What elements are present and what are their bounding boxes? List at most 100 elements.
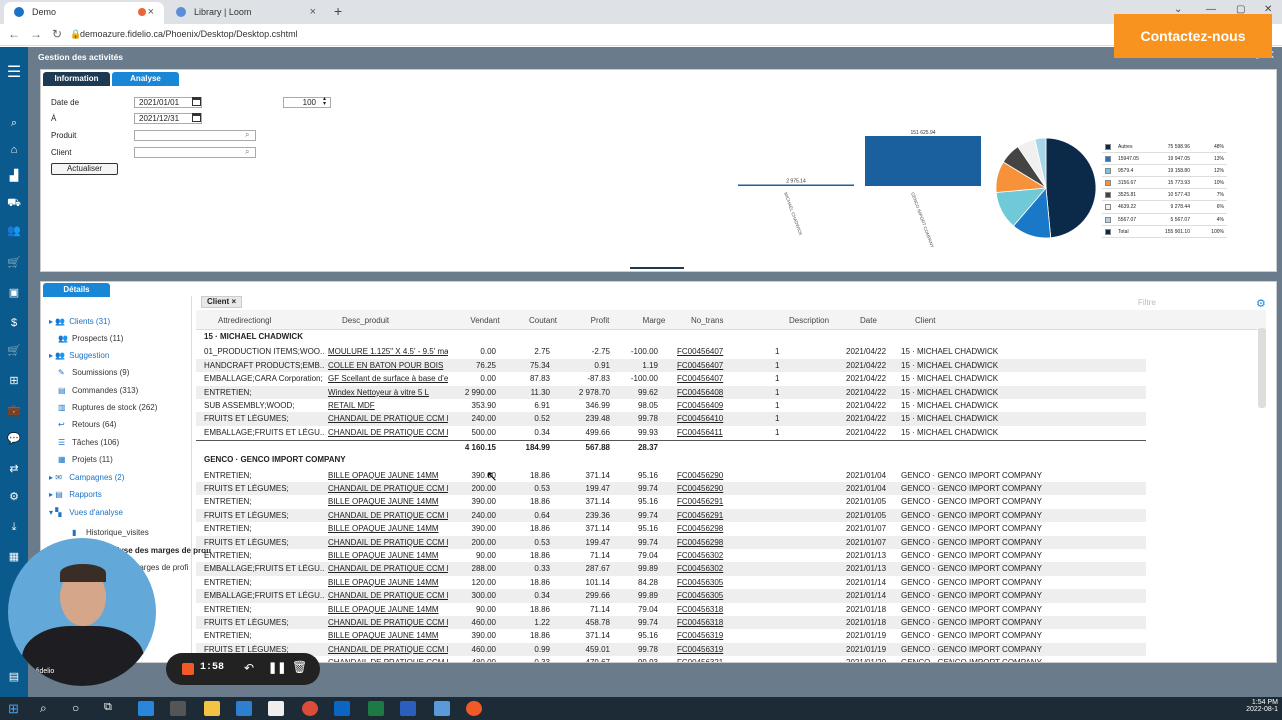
windows-start-icon[interactable]: ⊞ [8, 701, 24, 716]
back-icon[interactable]: ← [8, 27, 20, 41]
table-row[interactable]: FRUITS ET LÉGUMES; CHANDAIL DE PRATIQUE C… [196, 616, 1146, 630]
column-header[interactable]: No_trans [691, 316, 723, 325]
table-cell[interactable]: CHANDAIL DE PRATIQUE CCM R... [328, 645, 448, 654]
column-header[interactable]: Coutant [522, 316, 564, 325]
tree-item[interactable]: 👥 Prospects (11) [58, 334, 123, 343]
close-tab-icon[interactable]: × [310, 2, 316, 22]
chrome-icon[interactable] [302, 701, 318, 716]
table-row[interactable]: 01_PRODUCTION ITEMS;WOO... MOULURE 1.125"… [196, 345, 1146, 358]
table-cell[interactable]: FC00456318 [677, 605, 737, 614]
new-tab-icon[interactable]: + [334, 3, 342, 19]
invoice-icon[interactable]: $ [5, 315, 23, 331]
client-filter-chip[interactable]: Client × [201, 296, 243, 308]
close-tab-icon[interactable]: × [148, 2, 154, 22]
table-cell[interactable]: CHANDAIL DE PRATIQUE CCM R... [328, 511, 448, 520]
filter-input[interactable]: Filtre [1138, 298, 1156, 307]
users-icon[interactable]: 👥 [5, 223, 23, 239]
tree-item[interactable]: ▸ ✉ Campagnes (2) [49, 473, 124, 482]
download-icon[interactable]: ⤓ [5, 519, 23, 535]
table-row[interactable]: EMBALLAGE;FRUITS ET LÉGU... CHANDAIL DE P… [196, 589, 1146, 603]
tree-item[interactable]: ▤ Commandes (313) [58, 386, 138, 395]
table-cell[interactable]: FC00456298 [677, 524, 737, 533]
table-cell[interactable]: FC00456298 [677, 538, 737, 547]
table-row[interactable]: ENTRETIEN; BILLE OPAQUE JAUNE 14MM 90.00 18… [196, 603, 1146, 616]
tab-analyse[interactable]: Analyse [112, 72, 179, 86]
table-cell[interactable]: FC00456291 [677, 497, 737, 506]
table-row[interactable]: FRUITS ET LÉGUMES; CHANDAIL DE PRATIQUE C… [196, 412, 1146, 426]
panel-splitter[interactable] [630, 267, 684, 269]
cortana-icon[interactable]: ○ [72, 701, 88, 716]
table-cell[interactable]: Windex Nettoyeur à vitre 5 L [328, 388, 448, 397]
shopping-cart-icon[interactable]: 🛒 [5, 343, 23, 359]
table-cell[interactable]: CHANDAIL DE PRATIQUE CCM R... [328, 414, 448, 423]
column-header[interactable]: Description [789, 316, 829, 325]
table-cell[interactable]: BILLE OPAQUE JAUNE 14MM [328, 524, 448, 533]
table-cell[interactable]: BILLE OPAQUE JAUNE 14MM [328, 497, 448, 506]
table-cell[interactable]: BILLE OPAQUE JAUNE 14MM [328, 605, 448, 614]
column-header[interactable]: Attredirectiongl [218, 316, 271, 325]
table-row[interactable]: ENTRETIEN; BILLE OPAQUE JAUNE 14MM 390.00 1… [196, 629, 1146, 642]
forward-icon[interactable]: → [30, 27, 42, 41]
table-cell[interactable]: BILLE OPAQUE JAUNE 14MM [328, 551, 448, 560]
column-header[interactable]: Date [860, 316, 877, 325]
table-cell[interactable]: CHANDAIL DE PRATIQUE CCM R... [328, 428, 448, 437]
table-cell[interactable]: BILLE OPAQUE JAUNE 14MM [328, 471, 448, 480]
table-row[interactable]: HANDCRAFT PRODUCTS;EMB... COLLE EN BATON … [196, 358, 1146, 373]
tab-details[interactable]: Détails [43, 283, 110, 297]
table-cell[interactable]: FC00456319 [677, 645, 737, 654]
table-row[interactable]: SUB ASSEMBLY;WOOD; RETAIL MDF 353.90 6.91 34… [196, 399, 1146, 412]
table-cell[interactable]: FC00456407 [677, 361, 737, 370]
contact-card-icon[interactable]: ▣ [5, 285, 23, 301]
table-cell[interactable]: MOULURE 1.125" X 4.5' - 9.5' ma... [328, 347, 448, 356]
tab-demo[interactable]: Demo × [4, 2, 164, 24]
task-view-icon[interactable]: ⧉ [104, 701, 120, 716]
table-cell[interactable]: FC00456302 [677, 564, 737, 573]
table-cell[interactable]: COLLE EN BATON POUR BOIS [328, 361, 448, 370]
column-header[interactable]: Marge [636, 316, 672, 325]
mail-icon[interactable] [236, 701, 252, 716]
home-icon[interactable]: ⌂ [5, 142, 23, 158]
loom-icon[interactable] [466, 701, 482, 716]
excel-icon[interactable] [368, 701, 384, 716]
table-cell[interactable]: FC00456305 [677, 591, 737, 600]
table-cell[interactable]: FC00456305 [677, 578, 737, 587]
client-input[interactable] [134, 147, 256, 158]
table-cell[interactable]: BILLE OPAQUE JAUNE 14MM [328, 631, 448, 640]
bar[interactable] [738, 184, 854, 187]
table-cell[interactable]: RETAIL MDF [328, 401, 448, 410]
truck-icon[interactable]: ⛟ [5, 195, 23, 211]
table-row[interactable]: ENTRETIEN; Windex Nettoyeur à vitre 5 L 2 … [196, 385, 1146, 399]
settings-app-icon[interactable] [434, 701, 450, 716]
table-row[interactable]: ENTRETIEN; BILLE OPAQUE JAUNE 14MM 390.00 1… [196, 495, 1146, 508]
tab-loom[interactable]: Library | Loom × [166, 2, 326, 24]
table-row[interactable]: FRUITS ET LÉGUMES; CHANDAIL DE PRATIQUE C… [196, 482, 1146, 496]
refresh-button[interactable]: Actualiser [51, 163, 118, 175]
store-icon[interactable] [170, 701, 186, 716]
table-cell[interactable]: GF Scellant de surface à base d'e... [328, 374, 448, 383]
table-cell[interactable]: CHANDAIL DE PRATIQUE CCM R... [328, 658, 448, 662]
briefcase-icon[interactable]: 💼 [5, 403, 23, 419]
tree-item[interactable]: ▸ ▤ Rapports [49, 490, 102, 499]
tree-item[interactable]: ☰ Tâches (106) [58, 438, 119, 447]
cart-icon[interactable]: 🛒 [5, 255, 23, 271]
tree-item[interactable]: ▸ 👥 Clients (31) [49, 317, 110, 326]
table-row[interactable]: FRUITS ET LÉGUMES; CHANDAIL DE PRATIQUE C… [196, 642, 1146, 657]
product-input[interactable] [134, 130, 256, 141]
pie-slice[interactable] [1045, 137, 1097, 239]
reload-icon[interactable]: ↻ [52, 27, 62, 41]
table-cell[interactable]: CHANDAIL DE PRATIQUE CCM R... [328, 484, 448, 493]
table-cell[interactable]: FC00456410 [677, 414, 737, 423]
table-cell[interactable]: CHANDAIL DE PRATIQUE CCM R... [328, 564, 448, 573]
table-cell[interactable]: FC00456318 [677, 618, 737, 627]
transfer-icon[interactable]: ⇄ [5, 461, 23, 477]
tree-item[interactable]: ▮ Historique_visites [72, 528, 149, 537]
table-row[interactable]: EMBALLAGE;FRUITS ET LÉGU... CHANDAIL DE P… [196, 562, 1146, 576]
tree-item[interactable]: ▸ 👥 Suggestion [49, 351, 109, 360]
grid-scrollbar[interactable] [1258, 328, 1266, 408]
column-header[interactable]: Desc_produit [342, 316, 389, 325]
edge-icon[interactable] [138, 701, 154, 716]
hamburger-menu-icon[interactable]: ☰ [5, 65, 23, 81]
delete-icon[interactable]: 🗑 [292, 660, 307, 674]
table-cell[interactable]: FC00456319 [677, 631, 737, 640]
pause-icon[interactable]: ❚❚ [268, 661, 286, 674]
